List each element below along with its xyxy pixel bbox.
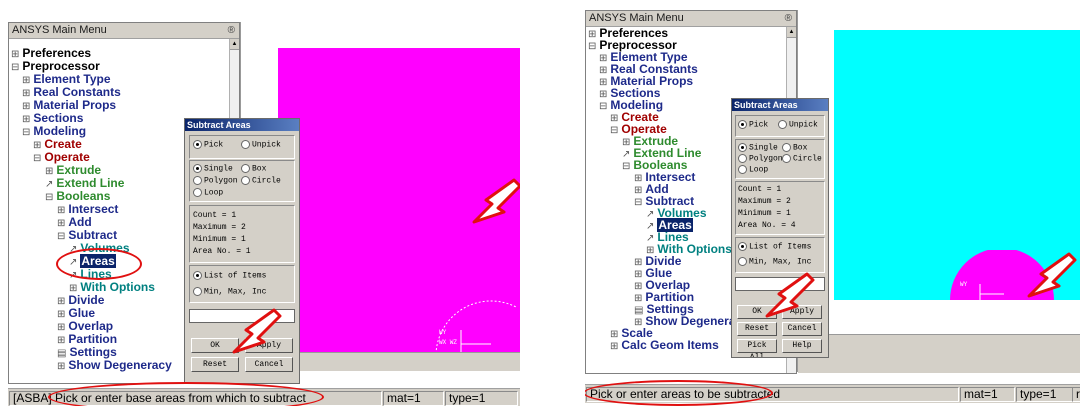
tree-item-show-degeneracy[interactable]: ⊞ Show Degeneracy (57, 359, 172, 373)
menu-title-bar: ANSYS Main Menu ® (9, 23, 239, 39)
unpick-radio[interactable]: Unpick (241, 140, 281, 150)
count-readout: Count = 1 (193, 211, 237, 220)
count-readout-right: Count = 1 (738, 185, 782, 194)
left-screenshot: ANSYS Main Menu ® ⊞ Preferences ⊟ Preproce… (8, 22, 520, 406)
list-of-items-radio-right[interactable]: List of Items (738, 242, 811, 252)
unpick-radio-right[interactable]: Unpick (778, 120, 818, 130)
status-mat-right: mat=1 (960, 387, 1015, 402)
graphics-window-right[interactable]: WY (797, 10, 1080, 373)
polygon-radio[interactable]: Polygon (193, 176, 238, 186)
pin-icon-right[interactable]: ® (785, 11, 792, 26)
pick-all-button-right[interactable]: Pick All (737, 339, 777, 357)
circle-radio[interactable]: Circle (241, 176, 281, 186)
circle-radio-right[interactable]: Circle (782, 154, 822, 164)
minimum-readout-right: Minimum = 1 (738, 209, 791, 218)
status-type: type=1 (445, 391, 518, 406)
cancel-button-right[interactable]: Cancel (782, 322, 822, 336)
pin-icon[interactable]: ® (228, 23, 235, 38)
tree-item-calc-geom-items-right[interactable]: ⊞ Calc Geom Items (610, 339, 719, 353)
svg-text:WY: WY (439, 329, 447, 336)
min-max-inc-radio[interactable]: Min, Max, Inc (193, 287, 266, 297)
right-screenshot: ANSYS Main Menu ® ⊞ Preferences ⊟ Preproce… (585, 10, 1080, 406)
areas-highlight-ellipse (56, 248, 142, 280)
scroll-up-arrow-icon-right[interactable]: ▲ (787, 27, 796, 38)
svg-text:WY: WY (960, 281, 968, 288)
maximum-readout: Maximum = 2 (193, 223, 246, 232)
dialog-title: Subtract Areas (185, 119, 299, 131)
single-radio[interactable]: Single (193, 164, 233, 174)
status-real-right: rea (1072, 387, 1080, 402)
box-radio-right[interactable]: Box (782, 143, 807, 153)
status-type-right: type=1 (1016, 387, 1073, 402)
list-of-items-radio[interactable]: List of Items (193, 271, 266, 281)
graphics-bottom-bar-right (798, 334, 1080, 373)
min-max-inc-radio-right[interactable]: Min, Max, Inc (738, 257, 811, 267)
status-mat: mat=1 (383, 391, 444, 406)
dialog-title-right: Subtract Areas (732, 99, 828, 111)
menu-title: ANSYS Main Menu (12, 24, 107, 36)
minimum-readout: Minimum = 1 (193, 235, 246, 244)
pick-radio-right[interactable]: Pick (738, 120, 768, 130)
single-radio-right[interactable]: Single (738, 143, 778, 153)
ok-pointer-arrow-icon (232, 308, 282, 354)
cancel-button[interactable]: Cancel (245, 357, 293, 372)
graphics-pointer-arrow-icon-right (1027, 252, 1077, 298)
loop-radio-right[interactable]: Loop (738, 165, 768, 175)
pick-radio[interactable]: Pick (193, 140, 223, 150)
box-radio[interactable]: Box (241, 164, 266, 174)
menu-title-right: ANSYS Main Menu (589, 12, 684, 24)
maximum-readout-right: Maximum = 2 (738, 197, 791, 206)
reset-button[interactable]: Reset (191, 357, 239, 372)
svg-text:WX WZ: WX WZ (439, 339, 457, 346)
graphics-pointer-arrow-icon (472, 178, 520, 224)
help-button-right[interactable]: Help (782, 339, 822, 353)
scroll-up-arrow-icon[interactable]: ▲ (230, 39, 239, 50)
prompt-highlight-ellipse (48, 382, 324, 406)
ok-pointer-arrow-icon-right (765, 272, 815, 318)
reset-button-right[interactable]: Reset (737, 322, 777, 336)
area-no-readout: Area No. = 1 (193, 247, 251, 256)
polygon-radio-right[interactable]: Polygon (738, 154, 783, 164)
menu-title-bar-right: ANSYS Main Menu ® (586, 11, 796, 27)
prompt-highlight-ellipse-right (585, 380, 773, 406)
area-no-readout-right: Area No. = 4 (738, 221, 796, 230)
loop-radio[interactable]: Loop (193, 188, 223, 198)
